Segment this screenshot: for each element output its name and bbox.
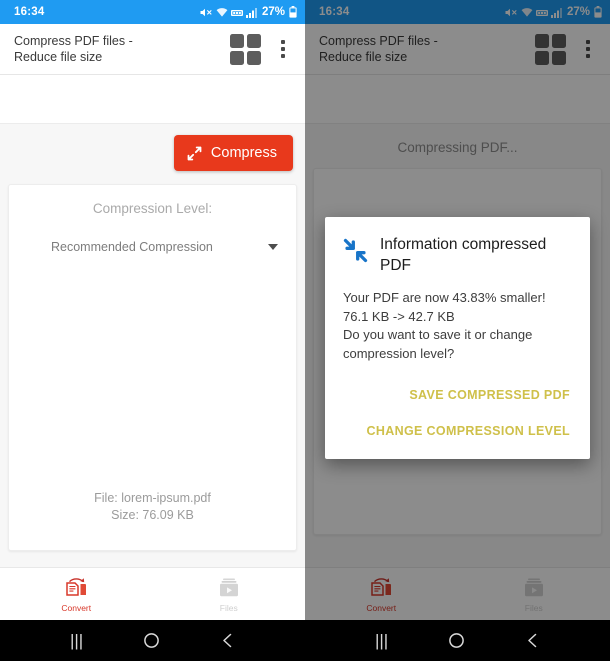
android-nav-left: ||| bbox=[0, 620, 305, 661]
compress-button-label: Compress bbox=[210, 145, 277, 161]
recents-button-right[interactable]: ||| bbox=[375, 632, 388, 649]
tab-convert[interactable]: Convert bbox=[0, 568, 153, 620]
left-phone-panel: 16:34 27% Compress PDF files - Reduce fi… bbox=[0, 0, 305, 620]
compression-level-label: Compression Level: bbox=[92, 201, 213, 216]
home-circle-icon[interactable] bbox=[448, 632, 465, 649]
battery-icon bbox=[289, 6, 297, 18]
tab-convert-label: Convert bbox=[61, 602, 92, 613]
signal-icon bbox=[245, 7, 257, 18]
grid-view-icon[interactable] bbox=[230, 33, 261, 65]
compress-button[interactable]: Compress bbox=[173, 135, 293, 171]
toolbar-spacer bbox=[0, 75, 305, 124]
compression-level-dropdown[interactable]: Recommended Compression bbox=[51, 240, 282, 254]
compress-arrows-icon bbox=[187, 146, 202, 161]
dialog-action-row: SAVE COMPRESSED PDF CHANGE COMPRESSION L… bbox=[343, 377, 572, 449]
compress-arrows-icon bbox=[343, 234, 368, 263]
compression-settings-card: Compression Level: Recommended Compressi… bbox=[8, 184, 297, 551]
network-icon bbox=[230, 7, 243, 18]
status-bar: 16:34 27% bbox=[0, 0, 305, 24]
app-bar-actions bbox=[230, 33, 295, 65]
file-size-label: Size: 76.09 KB bbox=[111, 508, 194, 522]
status-icon-group: 27% bbox=[200, 6, 297, 18]
recents-button[interactable]: ||| bbox=[70, 632, 83, 649]
bottom-tab-bar: Convert Files bbox=[0, 567, 305, 620]
battery-percent-label: 27% bbox=[261, 6, 285, 18]
change-compression-level-button[interactable]: CHANGE COMPRESSION LEVEL bbox=[364, 413, 572, 449]
wifi-icon bbox=[216, 7, 228, 18]
back-chevron-icon[interactable] bbox=[220, 632, 235, 649]
page-title: Compress PDF files - Reduce file size bbox=[14, 34, 133, 64]
chevron-down-icon bbox=[268, 244, 278, 250]
status-time: 16:34 bbox=[14, 6, 45, 18]
right-phone-panel: 16:34 27% Compress PDF files - Reduce fi… bbox=[305, 0, 610, 620]
left-content-area: Compress Compression Level: Recommended … bbox=[0, 124, 305, 620]
android-nav-right: ||| bbox=[305, 620, 610, 661]
file-name-label: File: lorem-ipsum.pdf bbox=[94, 491, 211, 505]
information-compressed-dialog: Information compressed PDF Your PDF are … bbox=[325, 217, 590, 459]
dialog-title: Information compressed PDF bbox=[380, 236, 547, 274]
tab-files[interactable]: Files bbox=[153, 568, 306, 620]
files-folder-icon bbox=[215, 576, 243, 600]
dialog-header: Information compressed PDF bbox=[343, 234, 572, 276]
compress-button-row: Compress bbox=[0, 124, 305, 171]
android-nav-bar: ||| ||| bbox=[0, 620, 610, 661]
file-info-block: File: lorem-ipsum.pdf Size: 76.09 KB bbox=[9, 490, 296, 550]
mute-icon bbox=[200, 7, 213, 18]
tab-files-label: Files bbox=[219, 602, 238, 613]
home-circle-icon[interactable] bbox=[143, 632, 160, 649]
dual-screenshot: 16:34 27% Compress PDF files - Reduce fi… bbox=[0, 0, 610, 661]
back-chevron-icon[interactable] bbox=[525, 632, 540, 649]
convert-documents-icon bbox=[61, 576, 91, 600]
more-vert-icon[interactable] bbox=[275, 38, 291, 60]
compression-level-value: Recommended Compression bbox=[51, 240, 213, 254]
save-compressed-pdf-button[interactable]: SAVE COMPRESSED PDF bbox=[407, 377, 572, 413]
dialog-message: Your PDF are now 43.83% smaller! 76.1 KB… bbox=[343, 290, 546, 361]
app-bar: Compress PDF files - Reduce file size bbox=[0, 24, 305, 75]
